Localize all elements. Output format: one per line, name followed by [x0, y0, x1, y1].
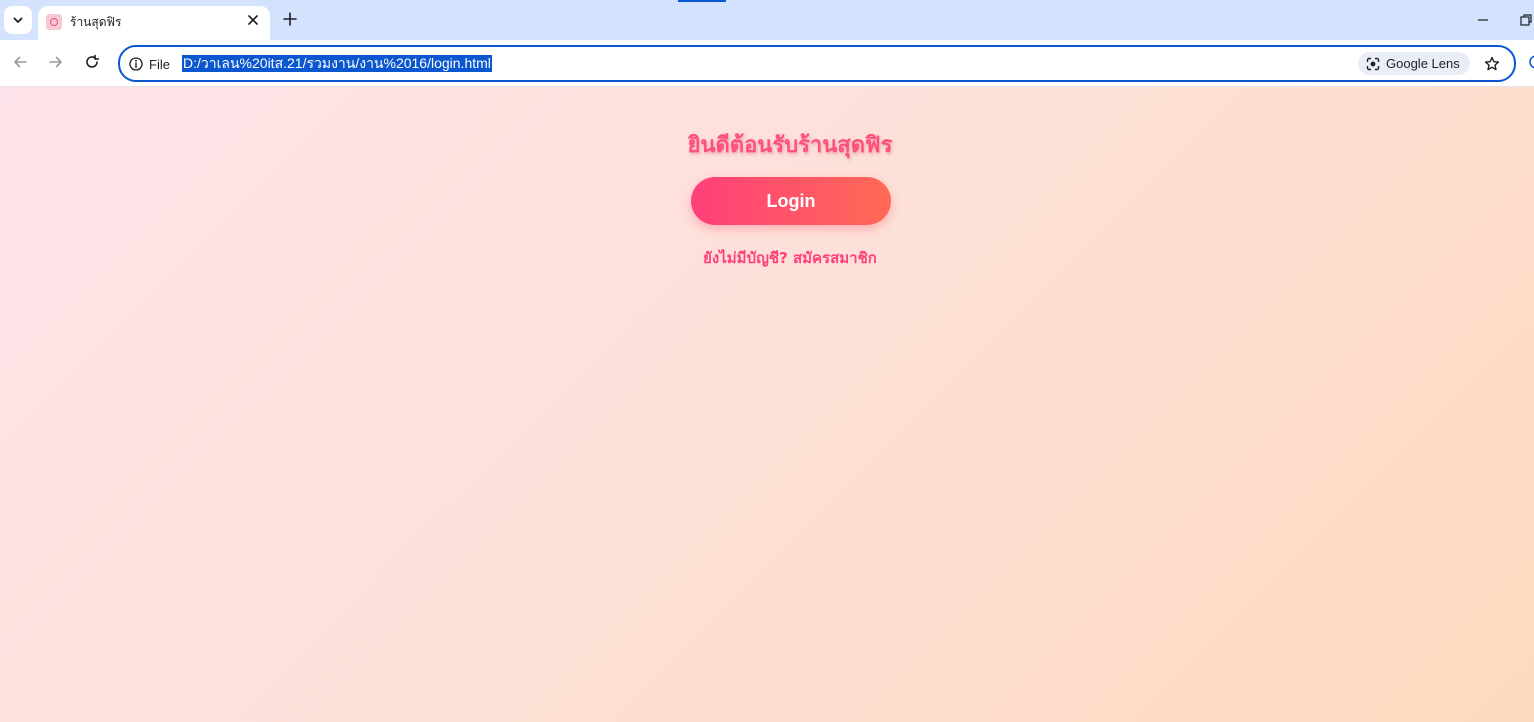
tab-close-button[interactable]: [244, 11, 262, 29]
address-bar[interactable]: File D:/วาเลน%20itส.21/รวมงาน/งาน%2016/l…: [118, 45, 1516, 82]
site-info-label: File: [149, 56, 170, 72]
favicon-icon: [46, 14, 62, 30]
back-button[interactable]: [9, 51, 31, 73]
reload-button[interactable]: [81, 51, 103, 73]
profile-circle-icon: [1529, 55, 1534, 69]
tab-search-button[interactable]: [4, 6, 32, 34]
profile-icon[interactable]: [1528, 54, 1534, 70]
browser-toolbar: File D:/วาเลน%20itส.21/รวมงาน/งาน%2016/l…: [0, 40, 1534, 87]
plus-icon: [283, 12, 297, 26]
register-link[interactable]: ยังไม่มีบัญชี? สมัครสมาชิก: [0, 246, 1534, 270]
arrow-left-icon: [14, 56, 27, 68]
google-lens-button[interactable]: Google Lens: [1358, 52, 1470, 75]
welcome-title: ยินดีต้อนรับร้านสุดฟิร: [687, 133, 893, 158]
restore-icon: [1520, 14, 1532, 26]
new-tab-button[interactable]: [279, 8, 301, 30]
minimize-icon: [1478, 19, 1488, 21]
tab-strip: ร้านสุดฟิร: [0, 0, 1534, 40]
page-viewport: ยินดีต้อนรับร้านสุดฟิร Login ยังไม่มีบัญ…: [0, 87, 1534, 722]
tab-drag-indicator: [678, 0, 726, 2]
active-tab[interactable]: ร้านสุดฟิร: [38, 6, 270, 40]
minimize-button[interactable]: [1474, 12, 1492, 28]
tab-title: ร้านสุดฟิร: [70, 15, 122, 29]
google-lens-label: Google Lens: [1386, 56, 1460, 71]
close-icon: [248, 15, 258, 25]
restore-button[interactable]: [1518, 12, 1534, 28]
arrow-right-icon: [49, 56, 62, 68]
url-text[interactable]: D:/วาเลน%20itส.21/รวมงาน/งาน%2016/login.…: [182, 55, 492, 72]
info-icon: [129, 57, 143, 71]
star-icon: [1484, 56, 1500, 71]
chevron-down-icon: [13, 17, 23, 23]
bookmark-button[interactable]: [1482, 54, 1502, 74]
google-lens-icon: [1366, 57, 1380, 70]
reload-icon: [86, 54, 100, 68]
forward-button[interactable]: [45, 51, 67, 73]
site-info-button[interactable]: File: [129, 55, 170, 73]
login-button[interactable]: Login: [691, 177, 891, 225]
